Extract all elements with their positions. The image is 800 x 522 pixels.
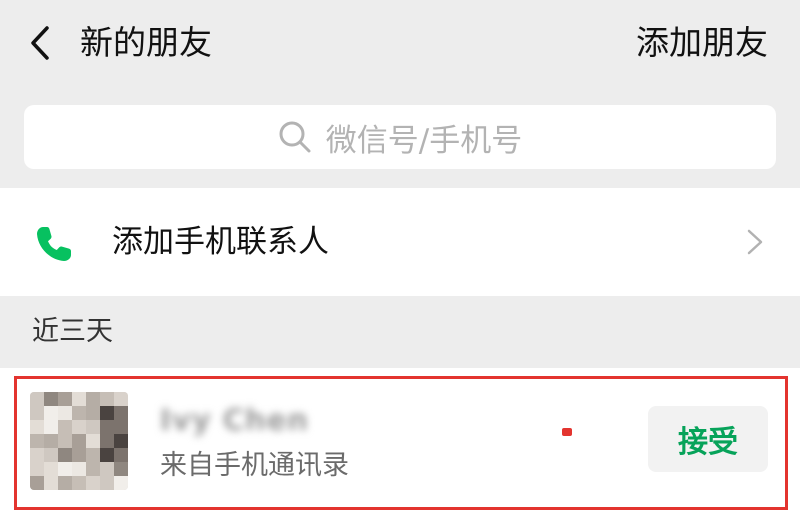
avatar-pixel [58,476,72,490]
avatar-pixel [72,448,86,462]
avatar-pixel [30,476,44,490]
avatar-pixel [30,406,44,420]
avatar-pixel [100,420,114,434]
avatar-pixel [44,420,58,434]
avatar-pixel [72,462,86,476]
avatar[interactable] [30,392,128,490]
friend-request-row[interactable]: Ivy Chen 来自手机通讯录 接受 [0,368,800,522]
avatar-pixel [114,434,128,448]
avatar-pixel [72,420,86,434]
avatar-pixel [58,420,72,434]
page-title: 新的朋友 [80,23,212,62]
contact-source: 来自手机通讯录 [160,450,349,481]
avatar-pixel [114,462,128,476]
add-friend-button[interactable]: 添加朋友 [636,20,768,66]
avatar-pixel [44,476,58,490]
avatar-pixel [100,406,114,420]
avatar-pixel [58,406,72,420]
avatar-pixel [100,392,114,406]
avatar-pixel [86,448,100,462]
avatar-pixel [58,434,72,448]
avatar-pixel [100,448,114,462]
avatar-pixel [30,434,44,448]
navbar: 新的朋友 添加朋友 [0,0,800,88]
red-dot-marker [562,428,572,436]
search-section: 微信号/手机号 [0,88,800,188]
avatar-pixel [44,434,58,448]
contact-name: Ivy Chen [160,403,309,437]
avatar-pixel [58,448,72,462]
phone-icon [37,227,71,261]
avatar-pixel [86,462,100,476]
avatar-pixel [100,434,114,448]
avatar-pixel [100,462,114,476]
avatar-pixel [44,392,58,406]
avatar-pixel [72,434,86,448]
avatar-pixel [114,448,128,462]
search-input[interactable]: 微信号/手机号 [24,105,776,169]
avatar-pixel [86,420,100,434]
avatar-pixel [114,406,128,420]
avatar-pixel [30,448,44,462]
avatar-pixel [100,476,114,490]
avatar-pixel [86,476,100,490]
back-button[interactable] [22,20,58,66]
avatar-pixel [44,406,58,420]
avatar-pixel [86,434,100,448]
avatar-pixel [114,476,128,490]
avatar-pixel [72,392,86,406]
avatar-pixel [30,420,44,434]
avatar-pixel [114,420,128,434]
avatar-pixel [58,392,72,406]
avatar-pixel [72,476,86,490]
avatar-pixel [58,462,72,476]
add-phone-contacts-label: 添加手机联系人 [112,224,329,260]
section-header: 近三天 [0,296,800,368]
avatar-pixel [44,462,58,476]
section-title: 近三天 [32,316,113,347]
avatar-pixel [30,462,44,476]
accept-button[interactable]: 接受 [648,406,768,472]
avatar-pixel [44,448,58,462]
avatar-pixel [86,392,100,406]
avatar-pixel [30,392,44,406]
avatar-pixel [86,406,100,420]
add-phone-contacts-row[interactable]: 添加手机联系人 [0,188,800,296]
chevron-right-icon [747,229,763,255]
search-icon [279,121,311,153]
search-placeholder: 微信号/手机号 [325,122,523,159]
avatar-pixel [72,406,86,420]
chevron-left-icon [31,26,49,60]
avatar-pixel [114,392,128,406]
